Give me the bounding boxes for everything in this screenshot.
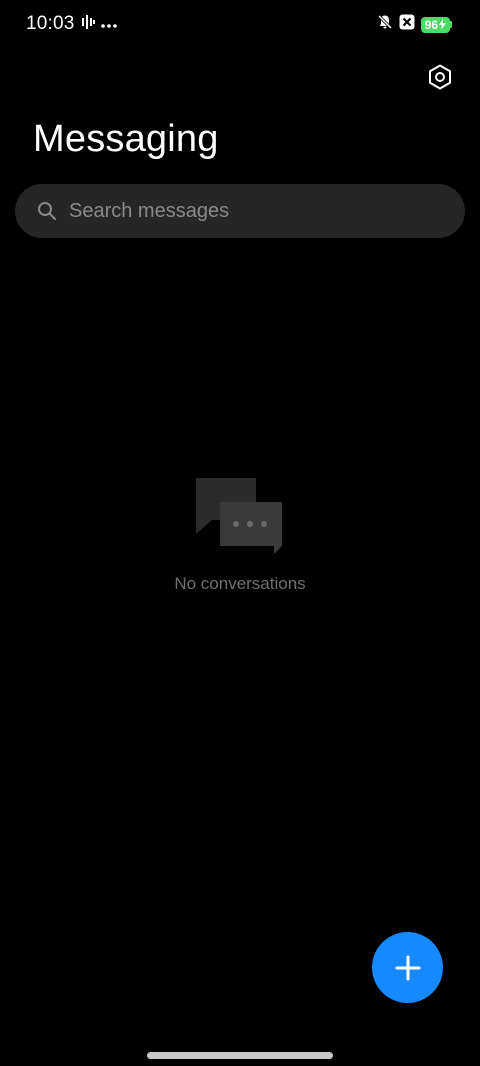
settings-hex-icon [426,63,454,91]
status-left-icons [82,15,117,34]
status-bar: 10:03 96 [0,0,480,48]
battery-icon: 96 [420,16,452,33]
page-title: Messaging [33,118,219,160]
settings-button[interactable] [424,61,456,93]
battery-indicator: 96 [420,16,450,33]
battery-nub [450,21,452,28]
home-indicator[interactable] [147,1052,333,1059]
status-time: 10:03 [26,13,75,34]
chat-bubbles-icon [190,470,290,560]
search-bar[interactable] [15,184,465,238]
search-input[interactable] [69,199,429,223]
activity-icon [82,15,95,34]
new-conversation-button[interactable] [372,932,443,1003]
status-right-icons: 96 [377,14,452,35]
search-icon [37,201,57,221]
empty-state-text: No conversations [174,574,306,593]
plus-icon [395,955,421,981]
more-dots-icon [101,16,117,34]
charging-icon [439,19,446,30]
close-box-icon [399,14,415,35]
battery-level: 96 [424,17,438,32]
mute-bell-icon [377,14,393,35]
empty-state: No conversations [0,470,480,594]
